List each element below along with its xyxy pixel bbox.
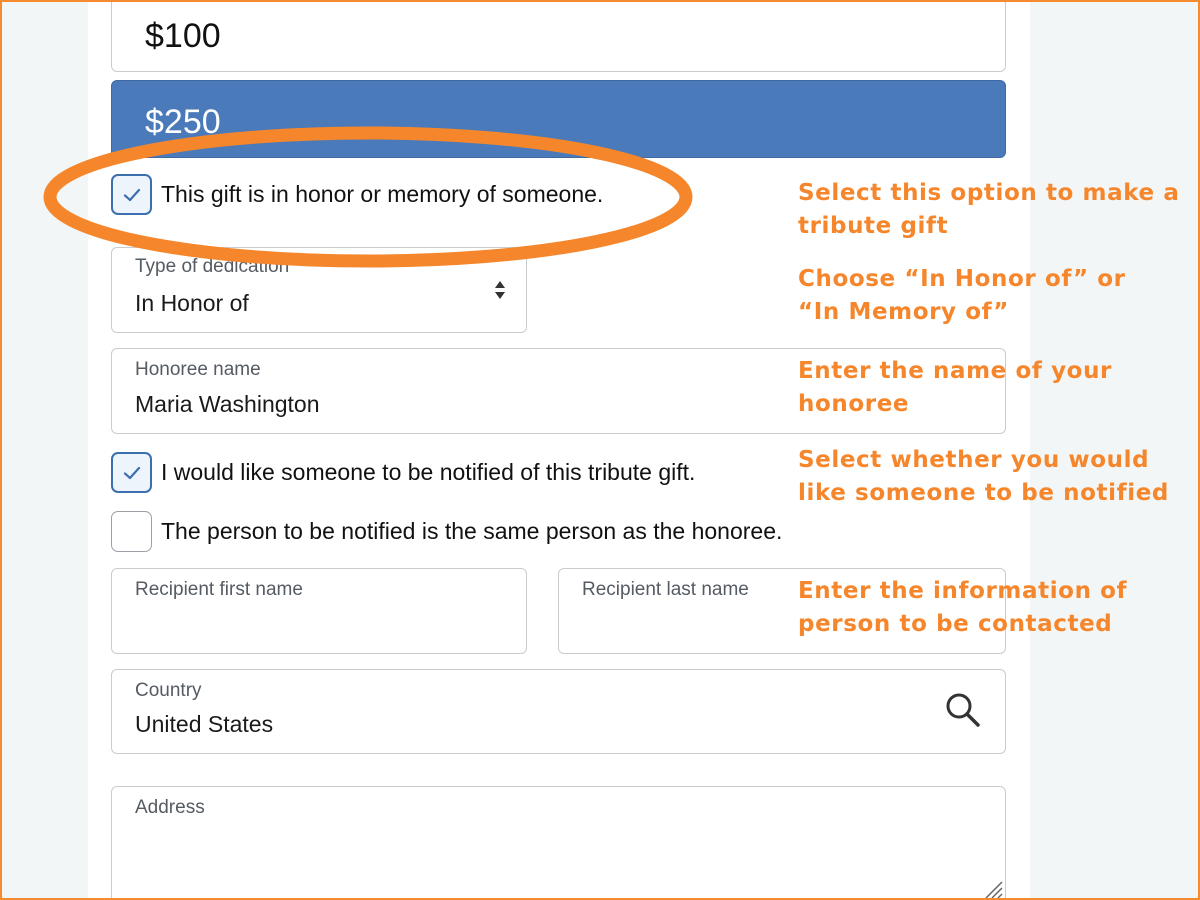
recipient-last-name-label: Recipient last name [582,579,749,600]
recipient-first-name-label: Recipient first name [135,579,303,600]
select-arrows-icon [495,281,505,299]
notify-checkbox-row: I would like someone to be notified of t… [111,452,695,493]
country-field[interactable]: Country United States [111,669,1006,754]
annotation-notify: Select whether you would like someone to… [798,444,1169,510]
resize-grip-icon[interactable] [983,879,1003,899]
same-person-checkbox-row: The person to be notified is the same pe… [111,511,782,552]
recipient-first-name-field[interactable]: Recipient first name [111,568,527,654]
annotation-dedication: Choose “In Honor of” or “In Memory of” [798,263,1126,329]
annotation-tribute-text: Select this option to make a tribute gif… [798,180,1180,239]
annotation-honoree-text: Enter the name of your honoree [798,358,1112,417]
notify-checkbox-label: I would like someone to be notified of t… [161,459,696,485]
annotation-notify-text: Select whether you would like someone to… [798,447,1169,506]
annotation-honoree: Enter the name of your honoree [798,355,1112,421]
country-label: Country [135,680,202,701]
country-value: United States [135,711,274,737]
dedication-value: In Honor of [135,290,249,316]
amount-100-button[interactable]: $100 [111,0,1006,72]
amount-100-label: $100 [145,16,221,55]
address-label: Address [135,797,205,818]
check-icon [123,466,140,479]
highlight-ellipse [43,126,693,268]
honoree-name-value: Maria Washington [135,391,320,417]
annotation-recipient: Enter the information of person to be co… [798,575,1127,641]
notify-checkbox[interactable] [111,452,152,493]
honoree-name-label: Honoree name [135,359,261,380]
annotation-dedication-text: Choose “In Honor of” or “In Memory of” [798,266,1126,325]
search-icon[interactable] [945,692,981,728]
annotation-tribute: Select this option to make a tribute gif… [798,177,1179,243]
annotation-recipient-text: Enter the information of person to be co… [798,578,1128,637]
address-field[interactable]: Address [111,786,1006,900]
same-person-checkbox-label: The person to be notified is the same pe… [161,518,783,544]
same-person-checkbox[interactable] [111,511,152,552]
